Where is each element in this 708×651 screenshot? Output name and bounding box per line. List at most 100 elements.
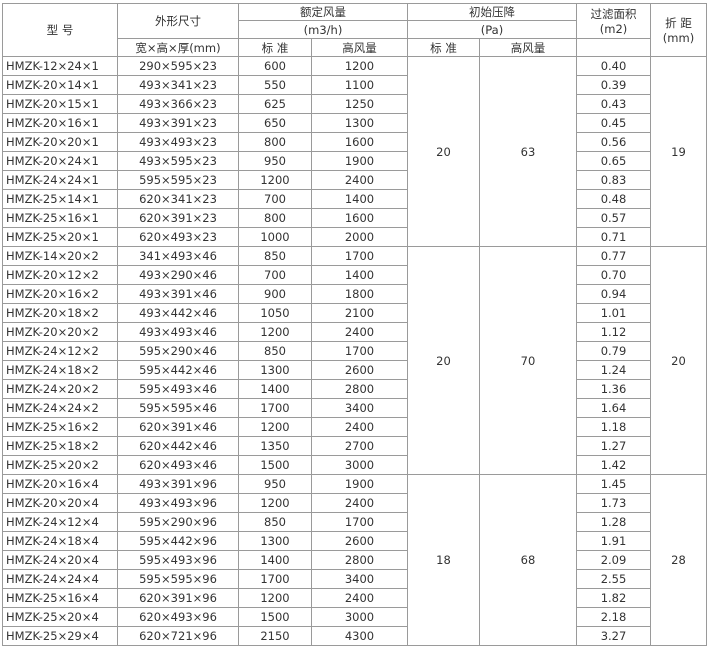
- size-cell: 493×341×23: [117, 75, 239, 95]
- airflow-high-cell: 2400: [311, 588, 408, 608]
- model-cell: HMZK-25×16×4: [2, 588, 118, 608]
- size-cell: 493×493×96: [117, 493, 239, 513]
- header-pitch-unit: (mm): [662, 31, 695, 45]
- airflow-standard-cell: 1200: [238, 170, 312, 190]
- filter-area-cell: 1.18: [576, 417, 651, 437]
- header-pressure: 初始压降: [407, 3, 577, 21]
- airflow-high-cell: 2000: [311, 227, 408, 247]
- table-row: HMZK-20×12×2 493×290×46 700 1400 0.70: [2, 265, 707, 285]
- airflow-high-cell: 1900: [311, 474, 408, 494]
- pitch-cell: 28: [650, 474, 707, 646]
- size-cell: 620×493×46: [117, 455, 239, 475]
- filter-area-cell: 0.83: [576, 170, 651, 190]
- pressure-standard-cell: 20: [407, 56, 480, 247]
- size-cell: 595×595×23: [117, 170, 239, 190]
- airflow-standard-cell: 1200: [238, 322, 312, 342]
- airflow-standard-cell: 650: [238, 113, 312, 133]
- filter-area-cell: 0.43: [576, 94, 651, 114]
- model-cell: HMZK-24×20×2: [2, 379, 118, 399]
- header-airflow-standard: 标 准: [238, 38, 312, 57]
- model-cell: HMZK-20×20×4: [2, 493, 118, 513]
- airflow-high-cell: 1700: [311, 246, 408, 266]
- model-cell: HMZK-25×20×1: [2, 227, 118, 247]
- model-cell: HMZK-20×15×1: [2, 94, 118, 114]
- table-row: HMZK-24×24×2 595×595×46 1700 3400 1.64: [2, 398, 707, 418]
- airflow-high-cell: 1800: [311, 284, 408, 304]
- airflow-high-cell: 2400: [311, 493, 408, 513]
- airflow-high-cell: 2800: [311, 550, 408, 570]
- filter-area-cell: 0.48: [576, 189, 651, 209]
- table-row: HMZK-25×16×4 620×391×96 1200 2400 1.82: [2, 588, 707, 608]
- size-cell: 493×366×23: [117, 94, 239, 114]
- airflow-standard-cell: 1700: [238, 569, 312, 589]
- size-cell: 620×341×23: [117, 189, 239, 209]
- airflow-standard-cell: 950: [238, 474, 312, 494]
- airflow-high-cell: 1100: [311, 75, 408, 95]
- model-cell: HMZK-20×14×1: [2, 75, 118, 95]
- airflow-high-cell: 1400: [311, 189, 408, 209]
- airflow-high-cell: 2600: [311, 360, 408, 380]
- table-row: HMZK-24×20×2 595×493×46 1400 2800 1.36: [2, 379, 707, 399]
- table-row: HMZK-24×12×2 595×290×46 850 1700 0.79: [2, 341, 707, 361]
- airflow-high-cell: 3000: [311, 607, 408, 627]
- pressure-standard-cell: 18: [407, 474, 480, 646]
- filter-area-cell: 2.18: [576, 607, 651, 627]
- table-row: HMZK-20×16×2 493×391×46 900 1800 0.94: [2, 284, 707, 304]
- table-row: HMZK-24×18×4 595×442×96 1300 2600 1.91: [2, 531, 707, 551]
- model-cell: HMZK-24×24×4: [2, 569, 118, 589]
- airflow-standard-cell: 900: [238, 284, 312, 304]
- header-pressure-standard: 标 准: [407, 38, 480, 57]
- airflow-standard-cell: 700: [238, 265, 312, 285]
- filter-area-cell: 0.65: [576, 151, 651, 171]
- filter-area-cell: 1.24: [576, 360, 651, 380]
- table-row: HMZK-25×20×4 620×493×96 1500 3000 2.18: [2, 607, 707, 627]
- airflow-standard-cell: 800: [238, 208, 312, 228]
- pressure-standard-cell: 20: [407, 246, 480, 475]
- filter-area-cell: 0.40: [576, 56, 651, 76]
- model-cell: HMZK-24×12×4: [2, 512, 118, 532]
- airflow-standard-cell: 1300: [238, 360, 312, 380]
- filter-area-cell: 2.55: [576, 569, 651, 589]
- airflow-standard-cell: 600: [238, 56, 312, 76]
- size-cell: 493×290×46: [117, 265, 239, 285]
- size-cell: 290×595×23: [117, 56, 239, 76]
- header-airflow-unit: (m3/h): [238, 20, 408, 39]
- size-cell: 595×290×46: [117, 341, 239, 361]
- table-row: HMZK-20×24×1 493×595×23 950 1900 0.65: [2, 151, 707, 171]
- size-cell: 595×595×96: [117, 569, 239, 589]
- airflow-standard-cell: 1350: [238, 436, 312, 456]
- filter-area-cell: 0.94: [576, 284, 651, 304]
- airflow-high-cell: 1400: [311, 265, 408, 285]
- header-pressure-unit: (Pa): [407, 20, 577, 39]
- airflow-standard-cell: 2150: [238, 626, 312, 646]
- airflow-standard-cell: 1200: [238, 493, 312, 513]
- table-row: HMZK-25×20×1 620×493×23 1000 2000 0.71: [2, 227, 707, 247]
- airflow-high-cell: 3000: [311, 455, 408, 475]
- table-row: HMZK-20×20×4 493×493×96 1200 2400 1.73: [2, 493, 707, 513]
- pressure-high-cell: 63: [479, 56, 577, 247]
- table-body: HMZK-12×24×1 290×595×23 600 1200 20 63 0.40 19 H…: [2, 56, 707, 646]
- filter-area-cell: 1.28: [576, 512, 651, 532]
- pitch-cell: 20: [650, 246, 707, 475]
- model-cell: HMZK-20×16×4: [2, 474, 118, 494]
- table-row: HMZK-25×16×2 620×391×46 1200 2400 1.18: [2, 417, 707, 437]
- filter-area-cell: 1.73: [576, 493, 651, 513]
- model-cell: HMZK-25×29×4: [2, 626, 118, 646]
- airflow-standard-cell: 950: [238, 151, 312, 171]
- table-row: HMZK-24×24×1 595×595×23 1200 2400 0.83: [2, 170, 707, 190]
- airflow-high-cell: 1700: [311, 341, 408, 361]
- size-cell: 493×595×23: [117, 151, 239, 171]
- pitch-cell: 19: [650, 56, 707, 247]
- size-cell: 595×442×96: [117, 531, 239, 551]
- size-cell: 341×493×46: [117, 246, 239, 266]
- airflow-standard-cell: 850: [238, 246, 312, 266]
- size-cell: 493×493×46: [117, 322, 239, 342]
- table-row: HMZK-24×20×4 595×493×96 1400 2800 2.09: [2, 550, 707, 570]
- airflow-high-cell: 1200: [311, 56, 408, 76]
- model-cell: HMZK-20×16×1: [2, 113, 118, 133]
- model-cell: HMZK-24×18×2: [2, 360, 118, 380]
- airflow-standard-cell: 1700: [238, 398, 312, 418]
- filter-area-cell: 0.39: [576, 75, 651, 95]
- size-cell: 595×290×96: [117, 512, 239, 532]
- table-row: HMZK-20×16×4 493×391×96 950 1900 18 68 1.45 28: [2, 474, 707, 646]
